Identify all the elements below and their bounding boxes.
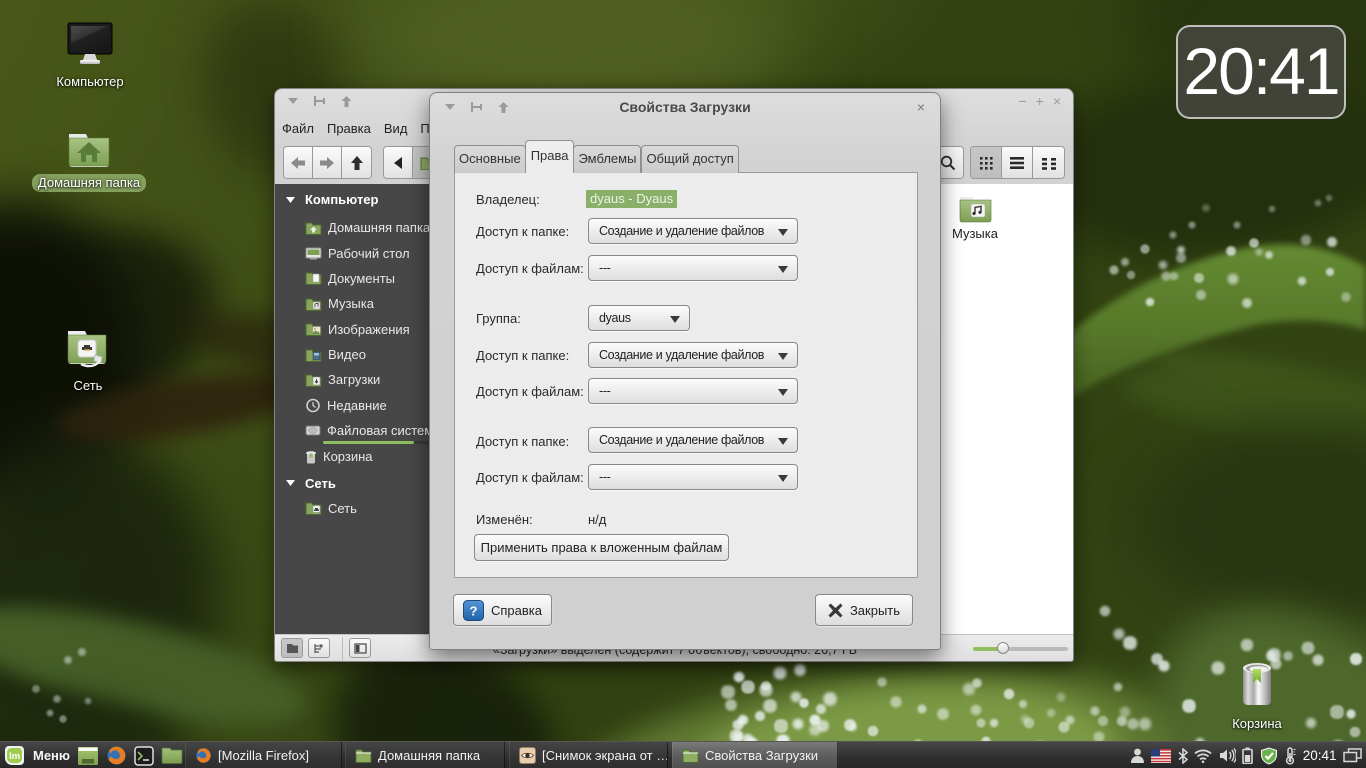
svg-text:?: ? <box>470 603 478 618</box>
svg-text:lm: lm <box>9 751 20 762</box>
